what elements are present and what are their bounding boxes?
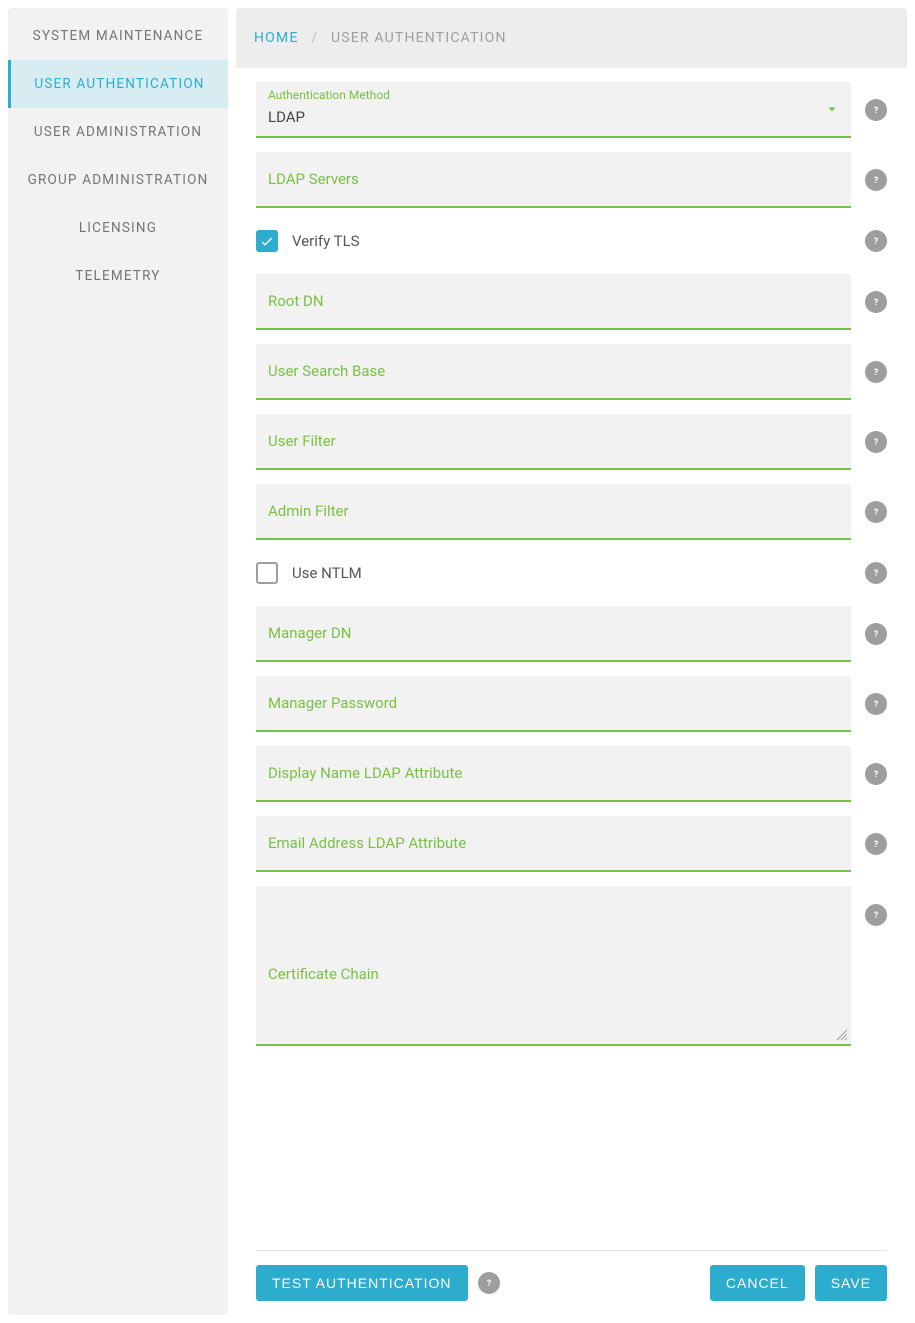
help-icon[interactable]: ? bbox=[865, 361, 887, 383]
help-icon[interactable]: ? bbox=[865, 763, 887, 785]
ldap-servers-input[interactable]: LDAP Servers bbox=[256, 152, 851, 208]
cancel-button[interactable]: CANCEL bbox=[710, 1265, 805, 1301]
breadcrumb-separator: / bbox=[311, 30, 318, 46]
verify-tls-checkbox[interactable] bbox=[256, 230, 278, 252]
svg-text:?: ? bbox=[874, 508, 879, 518]
sidebar-item-telemetry[interactable]: TELEMETRY bbox=[8, 252, 228, 300]
help-icon[interactable]: ? bbox=[865, 904, 887, 926]
sidebar-item-licensing[interactable]: LICENSING bbox=[8, 204, 228, 252]
main-panel: HOME / USER AUTHENTICATION Authenticatio… bbox=[236, 8, 907, 1315]
svg-text:?: ? bbox=[874, 106, 879, 116]
help-icon[interactable]: ? bbox=[865, 693, 887, 715]
breadcrumb: HOME / USER AUTHENTICATION bbox=[236, 8, 907, 68]
sidebar-item-system-maintenance[interactable]: SYSTEM MAINTENANCE bbox=[8, 12, 228, 60]
breadcrumb-current: USER AUTHENTICATION bbox=[331, 30, 507, 46]
help-icon[interactable]: ? bbox=[865, 833, 887, 855]
svg-text:?: ? bbox=[874, 176, 879, 186]
sidebar-item-group-administration[interactable]: GROUP ADMINISTRATION bbox=[8, 156, 228, 204]
svg-text:?: ? bbox=[874, 630, 879, 640]
svg-text:?: ? bbox=[874, 700, 879, 710]
email-attr-input[interactable]: Email Address LDAP Attribute bbox=[256, 816, 851, 872]
svg-text:?: ? bbox=[874, 770, 879, 780]
chevron-down-icon bbox=[823, 100, 841, 118]
breadcrumb-home[interactable]: HOME bbox=[254, 30, 299, 46]
sidebar-item-user-administration[interactable]: USER ADMINISTRATION bbox=[8, 108, 228, 156]
help-icon[interactable]: ? bbox=[865, 623, 887, 645]
help-icon[interactable]: ? bbox=[865, 562, 887, 584]
sidebar-item-user-authentication[interactable]: USER AUTHENTICATION bbox=[8, 60, 228, 108]
user-filter-input[interactable]: User Filter bbox=[256, 414, 851, 470]
save-button[interactable]: SAVE bbox=[815, 1265, 887, 1301]
root-dn-input[interactable]: Root DN bbox=[256, 274, 851, 330]
admin-filter-input[interactable]: Admin Filter bbox=[256, 484, 851, 540]
svg-text:?: ? bbox=[874, 840, 879, 850]
svg-text:?: ? bbox=[874, 569, 879, 579]
use-ntlm-checkbox[interactable] bbox=[256, 562, 278, 584]
manager-password-input[interactable]: Manager Password bbox=[256, 676, 851, 732]
display-name-attr-input[interactable]: Display Name LDAP Attribute bbox=[256, 746, 851, 802]
svg-text:?: ? bbox=[874, 911, 879, 921]
svg-text:?: ? bbox=[874, 298, 879, 308]
svg-text:?: ? bbox=[874, 438, 879, 448]
help-icon[interactable]: ? bbox=[865, 169, 887, 191]
svg-text:?: ? bbox=[874, 237, 879, 247]
svg-text:?: ? bbox=[874, 368, 879, 378]
help-icon[interactable]: ? bbox=[478, 1272, 500, 1294]
help-icon[interactable]: ? bbox=[865, 501, 887, 523]
verify-tls-label: Verify TLS bbox=[292, 232, 851, 250]
certificate-chain-input[interactable]: Certificate Chain bbox=[256, 886, 851, 1046]
svg-text:?: ? bbox=[486, 1279, 491, 1289]
help-icon[interactable]: ? bbox=[865, 99, 887, 121]
auth-method-select[interactable]: Authentication Method LDAP bbox=[256, 82, 851, 138]
user-search-base-input[interactable]: User Search Base bbox=[256, 344, 851, 400]
help-icon[interactable]: ? bbox=[865, 230, 887, 252]
sidebar: SYSTEM MAINTENANCE USER AUTHENTICATION U… bbox=[8, 8, 228, 1315]
use-ntlm-label: Use NTLM bbox=[292, 564, 851, 582]
auth-method-label: Authentication Method bbox=[268, 88, 390, 102]
form-area: Authentication Method LDAP ? LDAP Server… bbox=[236, 68, 907, 1315]
footer: TEST AUTHENTICATION ? CANCEL SAVE bbox=[256, 1250, 887, 1301]
resize-handle-icon[interactable] bbox=[835, 1028, 847, 1040]
manager-dn-input[interactable]: Manager DN bbox=[256, 606, 851, 662]
help-icon[interactable]: ? bbox=[865, 291, 887, 313]
help-icon[interactable]: ? bbox=[865, 431, 887, 453]
test-authentication-button[interactable]: TEST AUTHENTICATION bbox=[256, 1265, 468, 1301]
